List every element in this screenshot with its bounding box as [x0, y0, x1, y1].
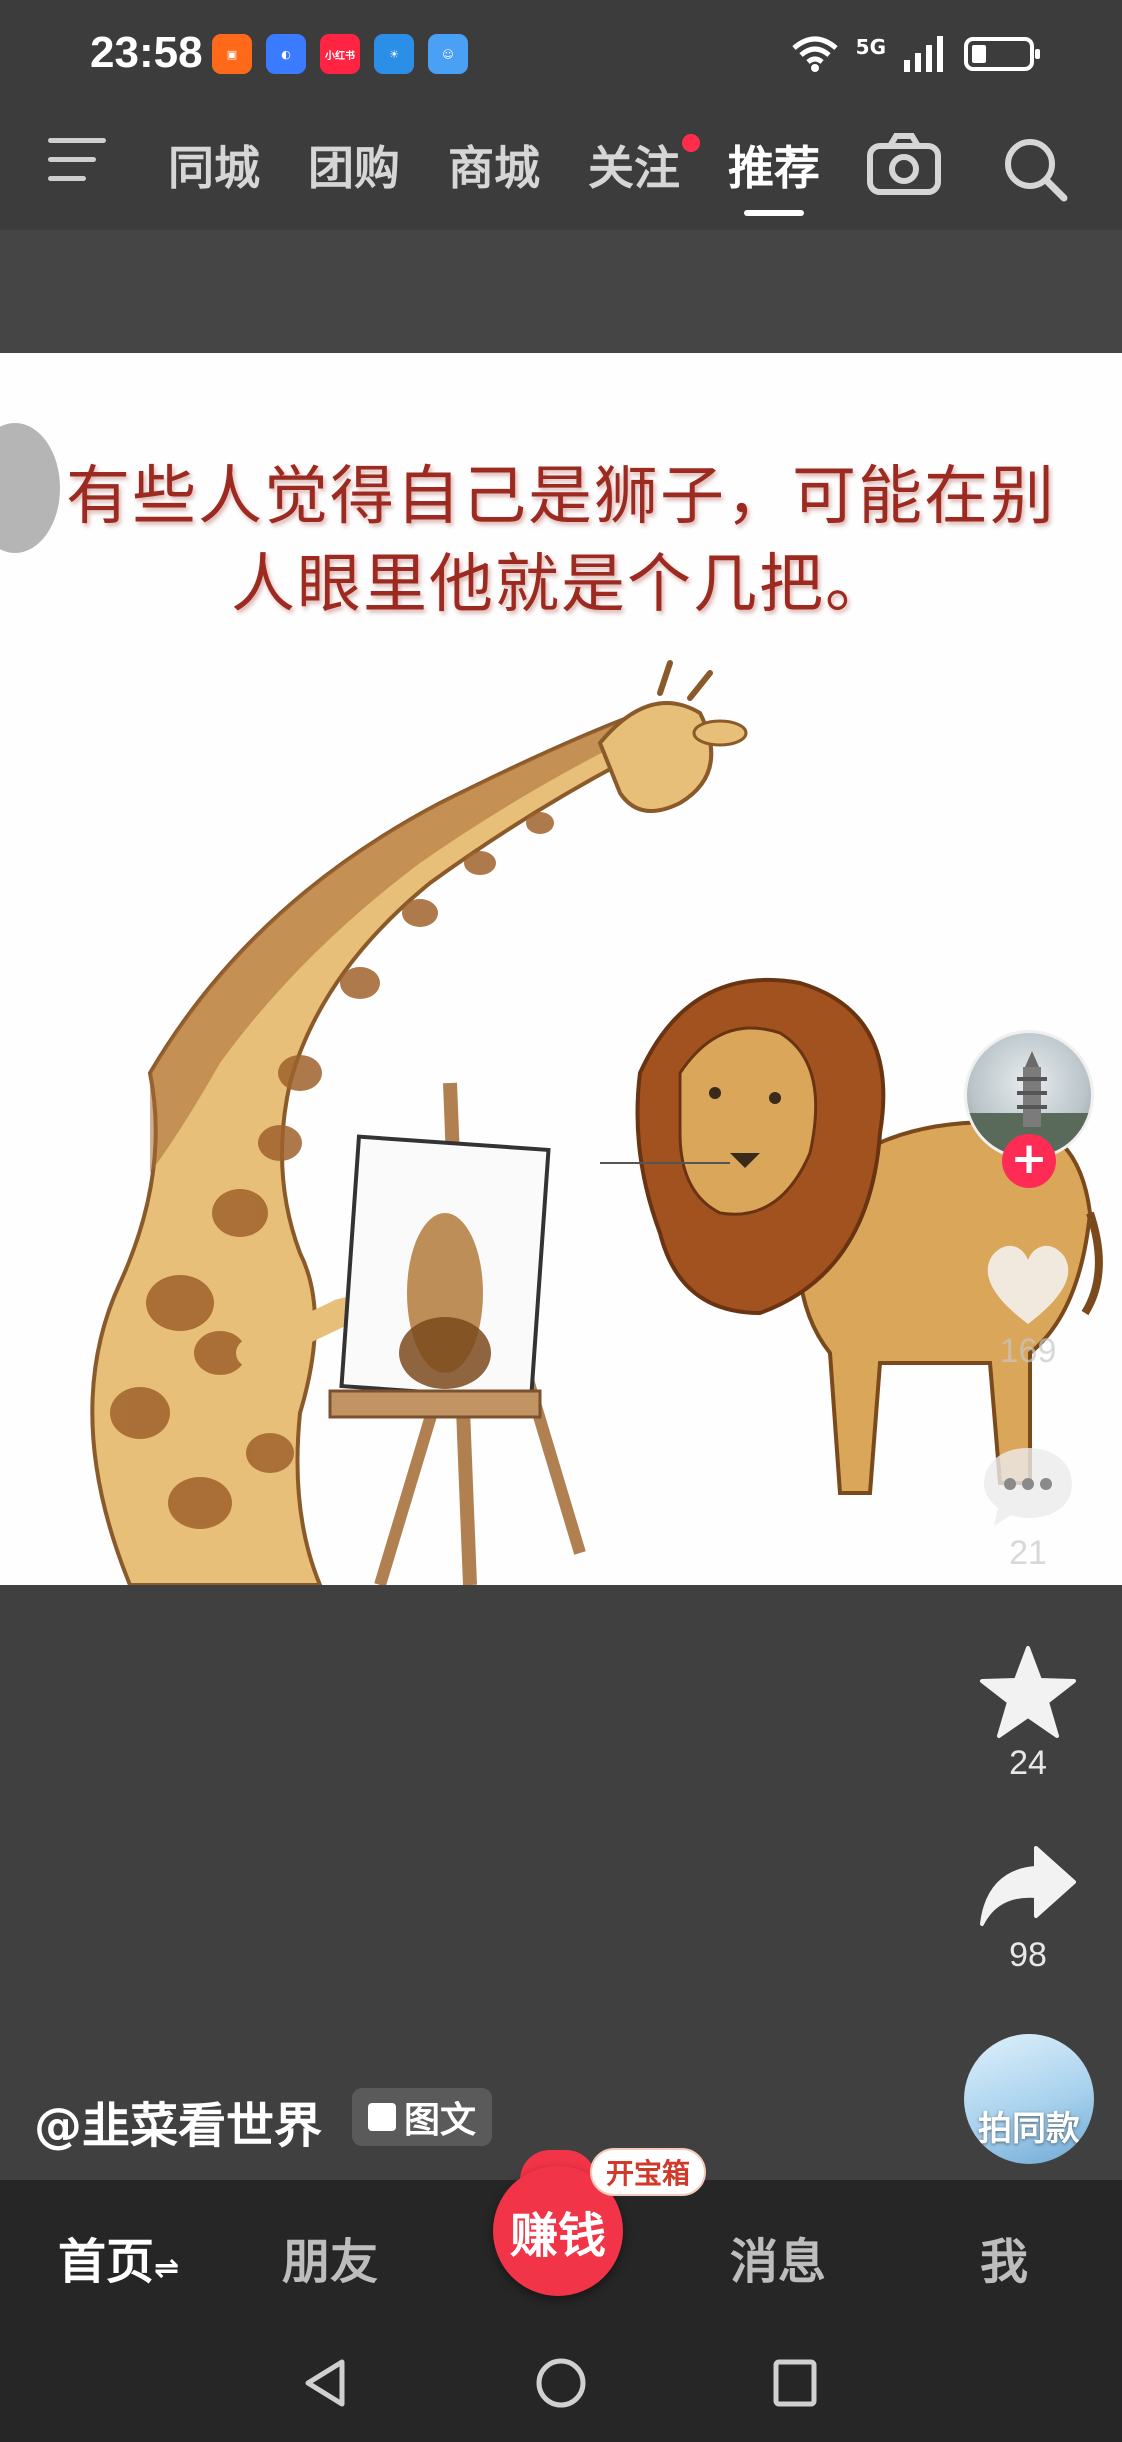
nav-home-label: 首页: [58, 2234, 155, 2290]
comment-count: 21: [1009, 1534, 1047, 1572]
favorite-button[interactable]: 24: [958, 1644, 1098, 1783]
star-icon: [980, 1646, 1076, 1738]
network-type: 5G: [855, 35, 886, 59]
nav-messages[interactable]: 消息: [730, 2222, 826, 2292]
comment-icon: [984, 1448, 1072, 1526]
kuaishou-app-icon: ▣: [212, 34, 252, 74]
search-icon[interactable]: [1000, 134, 1070, 204]
share-count: 98: [1009, 1936, 1047, 1974]
giraffe-lion-illustration: [90, 660, 1103, 1585]
post-caption: 有些人觉得自己是狮子，可能在别 人眼里他就是个几把。: [0, 453, 1122, 629]
recents-icon[interactable]: [770, 2356, 820, 2410]
home-circle-icon[interactable]: [534, 2356, 588, 2410]
xiaohongshu-app-icon: 小红书: [320, 34, 360, 74]
tab-shangcheng[interactable]: 商城: [448, 132, 540, 216]
status-indicators: 5G: [790, 34, 1040, 74]
like-button[interactable]: 169: [958, 1238, 1098, 1371]
post-type-tag: 图文: [352, 2088, 493, 2146]
tab-label: 商城: [448, 141, 540, 195]
share-button[interactable]: 98: [958, 1842, 1098, 1975]
back-icon[interactable]: [300, 2356, 350, 2410]
notification-dot: [682, 134, 700, 152]
weather-app-icon: ☀: [374, 34, 414, 74]
image-text-icon: [368, 2103, 396, 2131]
treasure-box-bubble[interactable]: 开宝箱: [590, 2148, 707, 2196]
tab-guanzhu[interactable]: 关注: [588, 132, 700, 216]
signal-icon: [904, 36, 943, 72]
status-bar: 23:58 ▣ ◐ 小红书 ☀ ☺ 5G: [0, 0, 1122, 110]
tab-label: 推荐: [728, 141, 820, 195]
heart-icon: [987, 1245, 1069, 1324]
tab-tongcheng[interactable]: 同城: [168, 132, 260, 216]
menu-icon[interactable]: [48, 138, 110, 198]
caption-line-1: 有些人觉得自己是狮子，可能在别: [66, 460, 1056, 534]
wifi-icon: [792, 36, 838, 72]
favorite-count: 24: [1009, 1744, 1047, 1782]
comment-button[interactable]: 21: [958, 1440, 1098, 1573]
tab-label: 关注: [588, 141, 680, 195]
follow-button[interactable]: +: [1002, 1134, 1056, 1188]
status-time: 23:58: [90, 28, 203, 77]
post-type-label: 图文: [404, 2100, 477, 2141]
same-style-label: 拍同款: [978, 2109, 1080, 2149]
like-count: 169: [999, 1332, 1057, 1370]
author-name[interactable]: @韭菜看世界: [34, 2086, 322, 2156]
tab-label: 同城: [168, 141, 260, 195]
post-image[interactable]: 有些人觉得自己是狮子，可能在别 人眼里他就是个几把。: [0, 353, 1122, 1585]
feed-tabs: 同城 团购 商城 关注 推荐: [168, 132, 820, 216]
tab-tuangou[interactable]: 团购: [308, 132, 400, 216]
refresh-swap-icon: ⇌: [154, 2251, 180, 2286]
caption-line-2: 人眼里他就是个几把。: [231, 548, 891, 622]
nav-friends[interactable]: 朋友: [282, 2222, 378, 2292]
same-style-button[interactable]: 拍同款: [964, 2034, 1094, 2164]
top-navigation: 同城 团购 商城 关注 推荐: [0, 110, 1122, 230]
chat-app-icon: ☺: [428, 34, 468, 74]
easel: [328, 1082, 586, 1585]
tab-label: 团购: [308, 141, 400, 195]
browser-app-icon: ◐: [266, 34, 306, 74]
camera-icon[interactable]: [866, 132, 942, 196]
battery-icon: [964, 37, 1040, 71]
nav-me[interactable]: 我: [980, 2222, 1028, 2292]
content-top-band: [0, 230, 1122, 353]
nav-home[interactable]: 首页⇌: [58, 2222, 179, 2292]
share-arrow-icon: [980, 1846, 1076, 1926]
tab-tuijian[interactable]: 推荐: [728, 132, 820, 216]
status-app-icons: ▣ ◐ 小红书 ☀ ☺: [212, 34, 468, 74]
system-navigation-bar: [0, 2320, 1122, 2442]
